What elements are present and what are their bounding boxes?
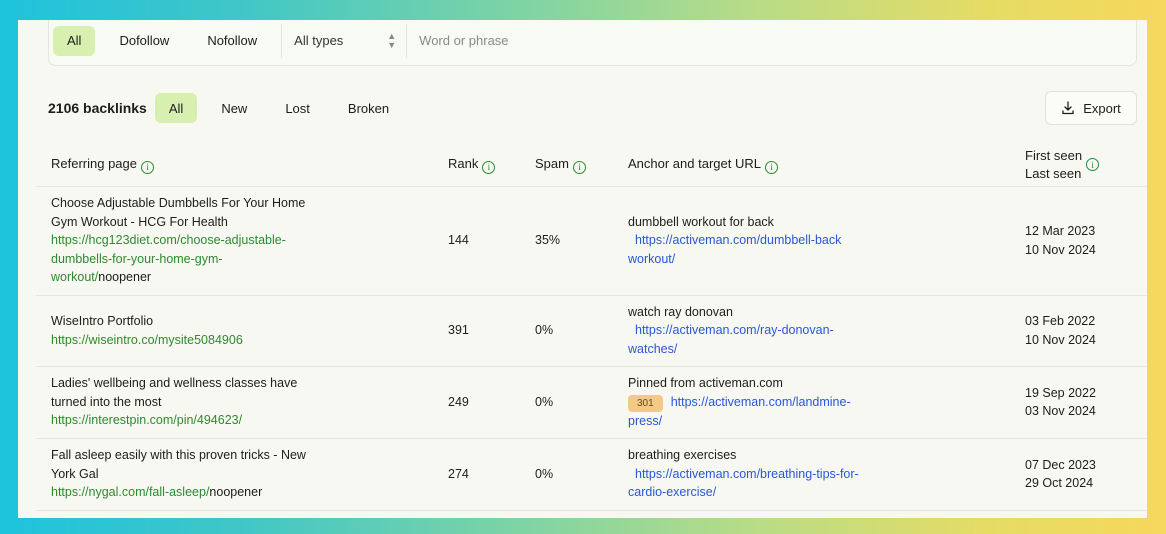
rank-value: 274 <box>448 438 535 511</box>
info-icon[interactable]: i <box>1086 158 1100 172</box>
types-select-value: All types <box>294 33 344 48</box>
spam-value: 35% <box>535 186 628 296</box>
table-row: WiseIntro Portfolio https://wiseintro.co… <box>36 295 1147 367</box>
col-seen[interactable]: First seen Last seen i <box>1025 144 1147 187</box>
referring-page-title[interactable]: Fall asleep easily with this proven tric… <box>51 446 448 483</box>
redirect-badge: 301 <box>628 394 663 412</box>
download-icon <box>1062 101 1074 115</box>
referring-page-url[interactable]: https://nygal.com/fall-asleep/noopener <box>51 483 448 502</box>
referring-page-title[interactable]: Choose Adjustable Dumbbells For Your Hom… <box>51 194 448 231</box>
table-header-row: Referring page i Rank i Spam i Anchor and t… <box>36 144 1147 187</box>
rank-value: 391 <box>448 295 535 367</box>
last-seen: 29 Oct 2024 <box>1025 476 1094 490</box>
tab-all[interactable]: All <box>154 93 198 123</box>
target-url[interactable]: https://activeman.com/breathing-tips-for… <box>628 465 1025 502</box>
rank-value: 144 <box>448 186 535 296</box>
referring-page-url[interactable]: https://hcg123diet.com/choose-adjustable… <box>51 231 448 287</box>
spam-value: 0% <box>535 295 628 367</box>
referring-page-title[interactable]: Ladies' wellbeing and wellness classes h… <box>51 374 448 411</box>
filter-nofollow[interactable]: Nofollow <box>193 26 271 56</box>
first-seen: 03 Feb 2022 <box>1025 314 1096 328</box>
filter-all[interactable]: All <box>53 25 96 56</box>
search-input[interactable]: Word or phrase <box>407 24 1136 58</box>
target-url[interactable]: https://activeman.com/ray-donovan-watche… <box>628 321 1025 358</box>
table-row: Ladies' wellbeing and wellness classes h… <box>36 366 1147 439</box>
export-label: Export <box>1083 100 1121 116</box>
referring-page-url[interactable]: https://wiseintro.co/mysite5084906 <box>51 331 448 350</box>
updown-icon: ▲ ▼ <box>387 30 397 50</box>
results-toolbar: 2106 backlinks All New Lost Broken Expor… <box>48 90 1137 126</box>
types-select[interactable]: All types ▲ ▼ <box>281 23 408 58</box>
filter-dofollow[interactable]: Dofollow <box>105 26 183 56</box>
referring-page-url[interactable]: https://interestpin.com/pin/494623/ <box>51 411 448 430</box>
info-icon[interactable]: i <box>764 160 778 174</box>
table-row: Fall asleep easily with this proven tric… <box>36 438 1147 511</box>
col-referring-page[interactable]: Referring page i <box>36 144 448 187</box>
spam-value: 0% <box>535 366 628 439</box>
backlinks-panel: All Dofollow Nofollow All types ▲ ▼ Word … <box>18 20 1147 518</box>
tab-lost[interactable]: Lost <box>271 93 324 123</box>
filter-bar: All Dofollow Nofollow All types ▲ ▼ Word … <box>48 20 1137 66</box>
info-icon[interactable]: i <box>141 160 154 174</box>
tab-new[interactable]: New <box>207 93 261 123</box>
rank-value: 249 <box>448 366 535 439</box>
anchor-text: Pinned from activeman.com <box>628 376 783 390</box>
anchor-text: breathing exercises <box>628 448 737 463</box>
target-url[interactable]: https://activeman.com/dumbbell-back worko… <box>628 231 1025 268</box>
anchor-text: dumbbell workout for back <box>628 214 774 229</box>
anchor-text: watch ray donovan <box>628 304 733 319</box>
first-seen: 12 Mar 2023 <box>1025 224 1096 238</box>
info-icon[interactable]: i <box>572 160 586 174</box>
referring-page-title[interactable]: WiseIntro Portfolio <box>51 312 448 331</box>
table-row: Choose Adjustable Dumbbells For Your Hom… <box>36 186 1147 296</box>
last-seen: 10 Nov 2024 <box>1025 242 1096 257</box>
last-seen: 10 Nov 2024 <box>1025 332 1096 347</box>
backlinks-count: 2106 backlinks <box>48 100 147 116</box>
first-seen: 07 Dec 2023 <box>1025 457 1096 472</box>
col-anchor[interactable]: Anchor and target URL i <box>628 144 1025 187</box>
first-seen: 19 Sep 2022 <box>1025 385 1096 400</box>
export-button[interactable]: Export <box>1045 91 1137 125</box>
spam-value: 0% <box>535 438 628 511</box>
col-rank[interactable]: Rank i <box>448 144 535 187</box>
backlinks-table: Referring page i Rank i Spam i Anchor and t… <box>36 144 1147 511</box>
info-icon[interactable]: i <box>482 160 496 174</box>
col-spam[interactable]: Spam i <box>535 144 628 187</box>
tab-broken[interactable]: Broken <box>334 93 403 123</box>
last-seen: 03 Nov 2024 <box>1025 404 1096 418</box>
target-url[interactable]: 301 https://activeman.com/landmine-press/ <box>628 393 1025 431</box>
